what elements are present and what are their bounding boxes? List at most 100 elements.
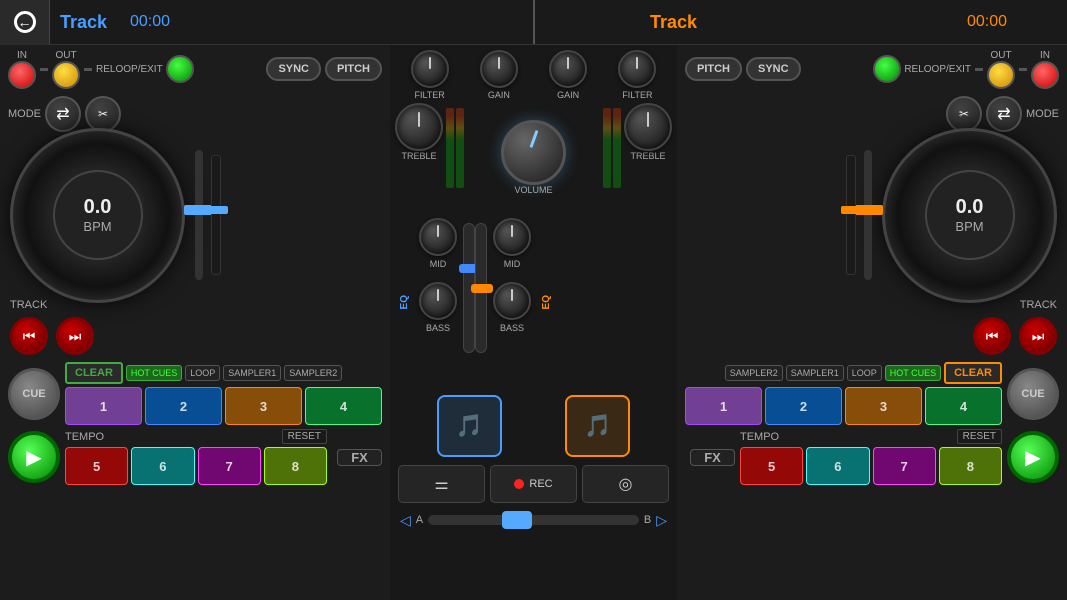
pad-left-7[interactable]: 7: [198, 447, 261, 485]
mode-button-2-left[interactable]: ✂: [85, 96, 121, 132]
tab-hot-cues-left[interactable]: HOT CUES: [126, 365, 182, 381]
in-button-right[interactable]: [1031, 61, 1059, 89]
tab-sampler1-right[interactable]: SAMPLER1: [786, 365, 844, 381]
eq-handle-left[interactable]: [206, 206, 228, 214]
pad-right-1[interactable]: 1: [685, 387, 762, 425]
center-divider: [533, 0, 535, 44]
fx-button-left[interactable]: FX: [337, 449, 382, 466]
adjust-button[interactable]: ⚌: [398, 465, 485, 503]
track-next-left[interactable]: ⏭: [56, 317, 94, 355]
tab-loop-right[interactable]: LOOP: [847, 365, 882, 381]
gain-right-knob[interactable]: [549, 50, 587, 88]
reset-button-right[interactable]: RESET: [957, 429, 1002, 444]
mode-label-right: MODE: [1026, 108, 1059, 120]
eq-fader-right[interactable]: [846, 155, 856, 275]
pitch-track-left: [195, 150, 203, 280]
play-button-right[interactable]: ▶: [1007, 431, 1059, 483]
pad-right-6[interactable]: 6: [806, 447, 869, 485]
cue-button-right[interactable]: CUE: [1007, 368, 1059, 420]
mode-label-left: MODE: [8, 108, 41, 120]
eq-handle-right[interactable]: [841, 206, 863, 214]
pad-right-2[interactable]: 2: [765, 387, 842, 425]
crossfader-left-chevron[interactable]: ◁: [400, 512, 411, 529]
turntable-section-right: 0.0 BPM: [677, 135, 1067, 295]
gain-left-knob[interactable]: [480, 50, 518, 88]
gain-left-label: GAIN: [488, 90, 510, 100]
deck-right-label: Track: [650, 12, 697, 33]
treble-left-knob[interactable]: [395, 103, 443, 151]
mid-right-section: MID BASS: [487, 218, 537, 387]
out-button-right[interactable]: [987, 61, 1015, 89]
cue-pad-section-right: CUE CLEAR HOT CUES LOOP SAMPLER1 SAMPLER…: [677, 359, 1067, 600]
pad-left-3[interactable]: 3: [225, 387, 302, 425]
mid-left-knob[interactable]: [419, 218, 457, 256]
pad-left-5[interactable]: 5: [65, 447, 128, 485]
eq-strip-left: [211, 140, 221, 290]
tab-hot-cues-right[interactable]: HOT CUES: [885, 365, 941, 381]
add-track-left-button[interactable]: 🎵: [437, 395, 502, 457]
add-track-row: 🎵 🎵: [390, 390, 677, 462]
volume-knob[interactable]: [501, 120, 566, 185]
mid-right-knob[interactable]: [493, 218, 531, 256]
pad-left-1[interactable]: 1: [65, 387, 142, 425]
deck-right: IN OUT RELOOP/EXIT SYNC PITCH: [677, 45, 1067, 600]
in-button[interactable]: [8, 61, 36, 89]
crossfader-row: ◁ A B ▷: [390, 506, 677, 534]
bass-left-knob[interactable]: [419, 282, 457, 320]
pitch-button[interactable]: PITCH: [325, 57, 382, 81]
track-prev-right[interactable]: ⏮: [973, 317, 1011, 355]
tab-sampler2-right[interactable]: SAMPLER2: [725, 365, 783, 381]
pad-right-4[interactable]: 4: [925, 387, 1002, 425]
turntable-left[interactable]: 0.0 BPM: [10, 128, 185, 303]
pad-left-6[interactable]: 6: [131, 447, 194, 485]
tab-sampler1-left[interactable]: SAMPLER1: [223, 365, 281, 381]
mode-button-1-right[interactable]: ⇄: [986, 96, 1022, 132]
reset-button-left[interactable]: RESET: [282, 429, 327, 444]
crossfader-right-chevron[interactable]: ▷: [656, 512, 667, 529]
cue-row-left: CUE CLEAR HOT CUES LOOP SAMPLER1 SAMPLER…: [8, 362, 382, 425]
treble-right-knob[interactable]: [624, 103, 672, 151]
filter-right-knob[interactable]: [618, 50, 656, 88]
eq-fader-left[interactable]: [211, 155, 221, 275]
filter-left-knob[interactable]: [411, 50, 449, 88]
add-track-right-button[interactable]: 🎵: [565, 395, 630, 457]
tempo-section-right: TEMPO RESET 5 6 7 8: [740, 429, 1002, 485]
out-button[interactable]: [52, 61, 80, 89]
crossfader-a-label: A: [416, 514, 423, 526]
bpm-value-right: 0.0: [956, 196, 984, 219]
pad-left-8[interactable]: 8: [264, 447, 327, 485]
fader-right-handle[interactable]: [471, 284, 493, 293]
mixer-action-row: ⚌ REC ◎: [390, 462, 677, 506]
back-button[interactable]: ←: [0, 0, 50, 45]
tab-sampler2-left[interactable]: SAMPLER2: [284, 365, 342, 381]
pad-right-8[interactable]: 8: [939, 447, 1002, 485]
clear-button-left[interactable]: CLEAR: [65, 362, 123, 384]
tab-loop-left[interactable]: LOOP: [185, 365, 220, 381]
pad-left-2[interactable]: 2: [145, 387, 222, 425]
play-button-left[interactable]: ▶: [8, 431, 60, 483]
turntable-right[interactable]: 0.0 BPM: [882, 128, 1057, 303]
track-prev-left[interactable]: ⏮: [10, 317, 48, 355]
pad-right-3[interactable]: 3: [845, 387, 922, 425]
bass-right-knob[interactable]: [493, 282, 531, 320]
target-button[interactable]: ◎: [582, 465, 669, 503]
reloop-button[interactable]: [166, 55, 194, 83]
sync-button-right[interactable]: SYNC: [746, 57, 801, 81]
filter-right-container: FILTER: [618, 50, 656, 100]
pad-right-7[interactable]: 7: [873, 447, 936, 485]
sync-button[interactable]: SYNC: [266, 57, 321, 81]
rec-button[interactable]: REC: [490, 465, 577, 503]
bpm-value-left: 0.0: [84, 196, 112, 219]
reloop-button-right[interactable]: [873, 55, 901, 83]
pad-left-4[interactable]: 4: [305, 387, 382, 425]
crossfader-handle[interactable]: [502, 511, 532, 529]
pitch-button-right[interactable]: PITCH: [685, 57, 742, 81]
mode-button-2-right[interactable]: ✂: [946, 96, 982, 132]
track-next-right[interactable]: ⏭: [1019, 317, 1057, 355]
mode-button-1-left[interactable]: ⇄: [45, 96, 81, 132]
fx-button-right[interactable]: FX: [690, 449, 735, 466]
clear-button-right[interactable]: CLEAR: [944, 362, 1002, 384]
cue-button-left[interactable]: CUE: [8, 368, 60, 420]
crossfader-track[interactable]: [428, 515, 639, 525]
pad-right-5[interactable]: 5: [740, 447, 803, 485]
